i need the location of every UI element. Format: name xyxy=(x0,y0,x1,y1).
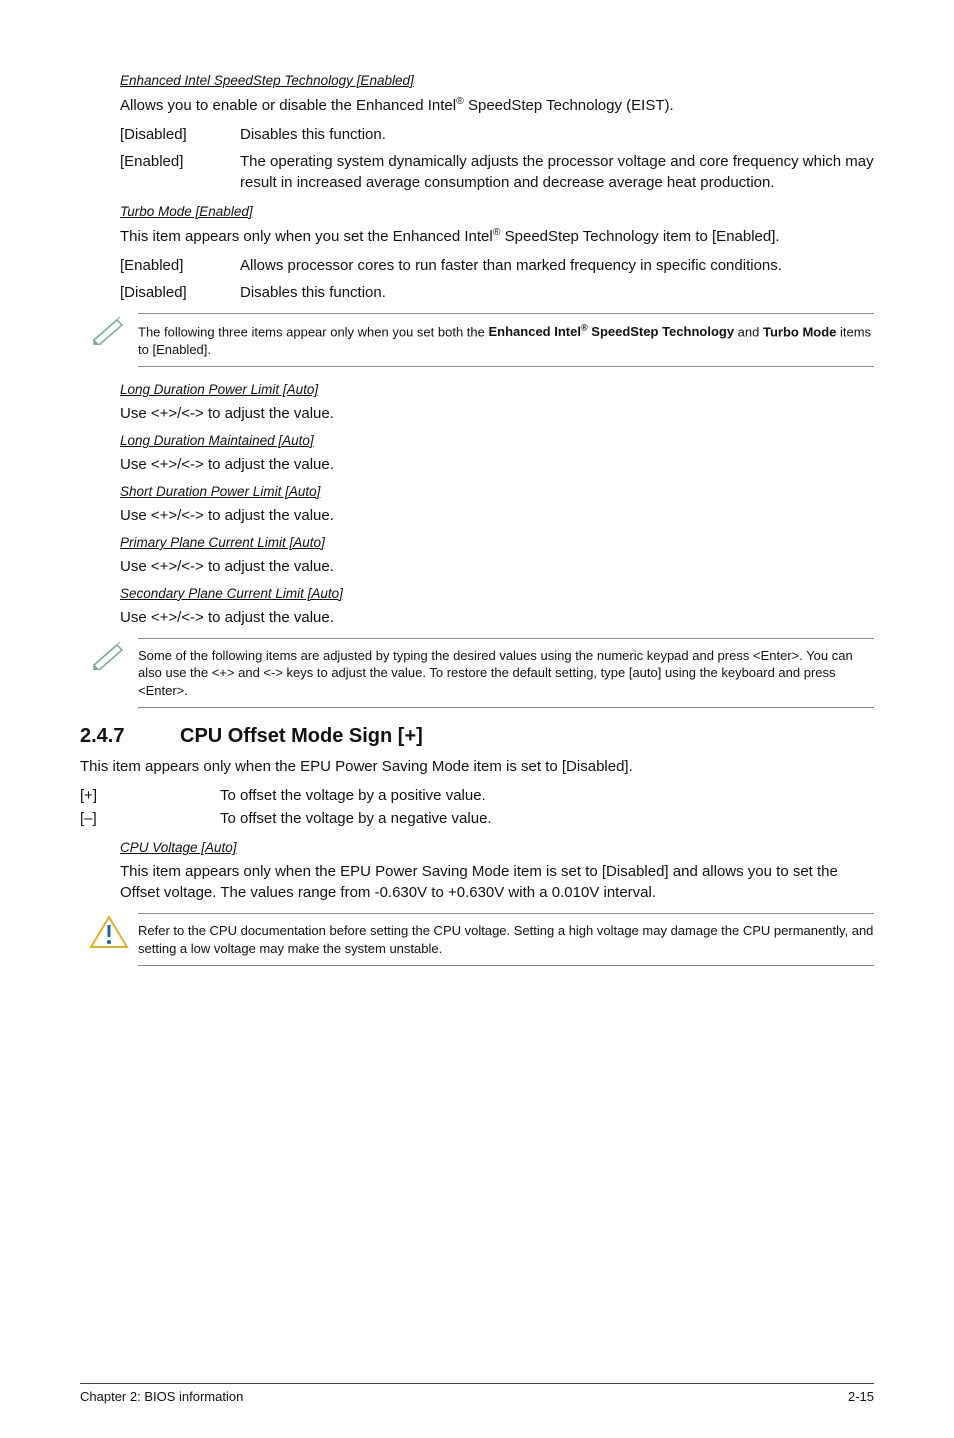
long-duration-power-heading: Long Duration Power Limit [Auto] xyxy=(120,381,874,400)
footer-chapter: Chapter 2: BIOS information xyxy=(80,1388,243,1406)
option-val: To offset the voltage by a positive valu… xyxy=(220,785,486,806)
note-block-2: Some of the following items are adjusted… xyxy=(80,638,874,709)
turbo-enabled-row: [Enabled] Allows processor cores to run … xyxy=(120,255,874,276)
long-duration-power-text: Use <+>/<-> to adjust the value. xyxy=(120,403,874,424)
eist-section: Enhanced Intel SpeedStep Technology [Ena… xyxy=(120,72,874,193)
eist-intro: Allows you to enable or disable the Enha… xyxy=(120,94,874,116)
primary-plane-text: Use <+>/<-> to adjust the value. xyxy=(120,556,874,577)
note1-mid: SpeedStep Technology xyxy=(588,324,734,339)
long-duration-maintained-text: Use <+>/<-> to adjust the value. xyxy=(120,454,874,475)
pencil-icon xyxy=(80,313,138,345)
turbo-heading: Turbo Mode [Enabled] xyxy=(120,203,874,222)
eist-intro-pre: Allows you to enable or disable the Enha… xyxy=(120,97,456,114)
caution-block: Refer to the CPU documentation before se… xyxy=(80,913,874,966)
primary-plane-heading: Primary Plane Current Limit [Auto] xyxy=(120,534,874,553)
turbo-disabled-row: [Disabled] Disables this function. xyxy=(120,282,874,303)
reg-symbol: ® xyxy=(581,323,588,333)
warning-icon xyxy=(80,913,138,949)
eist-enabled-row: [Enabled] The operating system dynamical… xyxy=(120,151,874,193)
option-key: [Enabled] xyxy=(120,255,240,276)
turbo-section: Turbo Mode [Enabled] This item appears o… xyxy=(120,203,874,303)
option-key: [Enabled] xyxy=(120,151,240,193)
caution-text: Refer to the CPU documentation before se… xyxy=(138,913,874,966)
option-val: Disables this function. xyxy=(240,282,874,303)
option-key: [Disabled] xyxy=(120,124,240,145)
note1-and: and xyxy=(734,324,763,339)
offset-plus-row: [+] To offset the voltage by a positive … xyxy=(80,785,874,806)
note-text: The following three items appear only wh… xyxy=(138,313,874,367)
eist-disabled-row: [Disabled] Disables this function. xyxy=(120,124,874,145)
footer-page-number: 2-15 xyxy=(848,1388,874,1406)
option-val: The operating system dynamically adjusts… xyxy=(240,151,874,193)
note1-bold2: Turbo Mode xyxy=(763,324,836,339)
cpu-voltage-text: This item appears only when the EPU Powe… xyxy=(120,861,874,903)
note-text: Some of the following items are adjusted… xyxy=(138,638,874,709)
option-key: [+] xyxy=(80,785,220,806)
page-footer: Chapter 2: BIOS information 2-15 xyxy=(80,1383,874,1406)
section-247-intro: This item appears only when the EPU Powe… xyxy=(80,756,874,777)
turbo-intro-pre: This item appears only when you set the … xyxy=(120,228,493,245)
reg-symbol: ® xyxy=(456,95,464,107)
note1-pre: The following three items appear only wh… xyxy=(138,324,489,339)
short-duration-power-text: Use <+>/<-> to adjust the value. xyxy=(120,505,874,526)
option-val: Allows processor cores to run faster tha… xyxy=(240,255,874,276)
option-val: To offset the voltage by a negative valu… xyxy=(220,808,492,829)
note1-bold1: Enhanced Intel xyxy=(489,324,581,339)
long-duration-maintained-heading: Long Duration Maintained [Auto] xyxy=(120,432,874,451)
secondary-plane-text: Use <+>/<-> to adjust the value. xyxy=(120,607,874,628)
limits-section: Long Duration Power Limit [Auto] Use <+>… xyxy=(120,381,874,627)
section-number: 2.4.7 xyxy=(80,722,180,750)
turbo-intro-post: SpeedStep Technology item to [Enabled]. xyxy=(500,228,779,245)
eist-intro-post: SpeedStep Technology (EIST). xyxy=(464,97,674,114)
option-val: Disables this function. xyxy=(240,124,874,145)
section-title: CPU Offset Mode Sign [+] xyxy=(180,722,423,750)
short-duration-power-heading: Short Duration Power Limit [Auto] xyxy=(120,483,874,502)
cpu-voltage-heading: CPU Voltage [Auto] xyxy=(120,839,874,858)
turbo-intro: This item appears only when you set the … xyxy=(120,225,874,247)
offset-minus-row: [–] To offset the voltage by a negative … xyxy=(80,808,874,829)
eist-heading: Enhanced Intel SpeedStep Technology [Ena… xyxy=(120,72,874,91)
option-key: [–] xyxy=(80,808,220,829)
note-block-1: The following three items appear only wh… xyxy=(80,313,874,367)
pencil-icon xyxy=(80,638,138,670)
cpu-voltage-section: CPU Voltage [Auto] This item appears onl… xyxy=(120,839,874,903)
secondary-plane-heading: Secondary Plane Current Limit [Auto] xyxy=(120,585,874,604)
option-key: [Disabled] xyxy=(120,282,240,303)
section-247-heading: 2.4.7 CPU Offset Mode Sign [+] xyxy=(80,722,874,750)
